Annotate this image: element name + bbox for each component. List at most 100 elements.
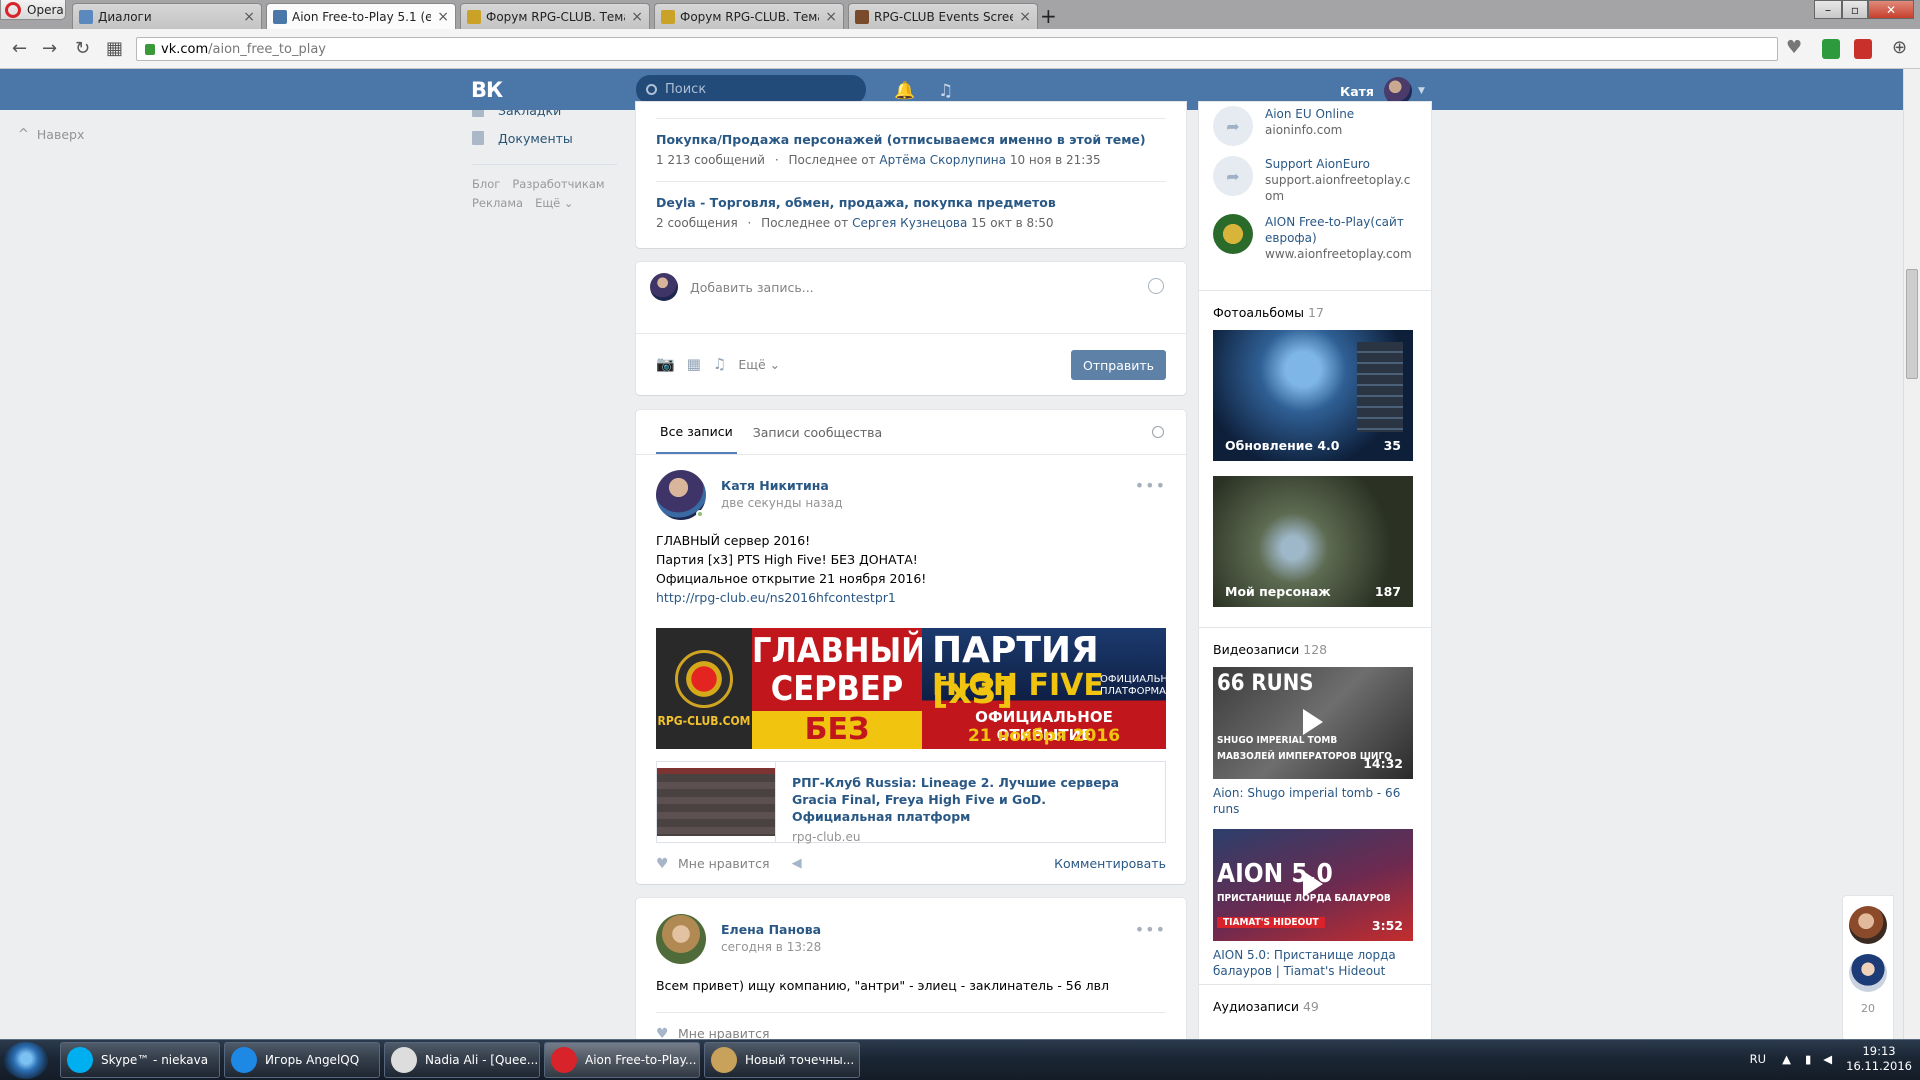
start-button[interactable] [4, 1042, 48, 1079]
video-icon[interactable]: ▦ [687, 355, 701, 373]
topic-item[interactable]: Покупка/Продажа персонажей (отписываемся… [636, 132, 1186, 167]
link-item[interactable]: ➦ Aion EU Online aioninfo.com [1199, 106, 1431, 146]
tab-forum-2[interactable]: Форум RPG-CLUB. Тема: × [654, 3, 844, 29]
scrollbar-thumb[interactable] [1906, 269, 1918, 379]
post-author-avatar[interactable] [656, 470, 706, 520]
bookmark-heart-icon[interactable]: ♥ [1786, 37, 1802, 58]
emoji-icon[interactable] [1148, 278, 1164, 294]
audio-header[interactable]: Аудиозаписи 49 [1199, 985, 1431, 1024]
tab-all-posts[interactable]: Все записи [656, 410, 737, 454]
post-link[interactable]: http://rpg-club.eu/ns2016hfcontestpr1 [656, 590, 896, 605]
clock[interactable]: 19:13 16.11.2016 [1846, 1044, 1912, 1074]
tab-forum-1[interactable]: Форум RPG-CLUB. Тема: × [460, 3, 650, 29]
topic-title[interactable]: Покупка/Продажа персонажей (отписываемся… [656, 132, 1166, 147]
post-options-icon[interactable]: ••• [1135, 476, 1166, 495]
camera-icon[interactable]: 📷 [656, 355, 675, 373]
album-item[interactable]: Обновление 4.0 35 [1213, 330, 1413, 461]
taskbar-item-opera[interactable]: Aion Free-to-Play... [544, 1042, 700, 1078]
audio-icon[interactable]: ♫ [713, 355, 726, 373]
video-title[interactable]: AION 5.0: Пристанище лорда балауров | Ti… [1213, 947, 1417, 979]
wall-search-icon[interactable] [1152, 426, 1164, 438]
reload-icon[interactable]: ↻ [75, 38, 90, 59]
maximize-button[interactable]: ▫ [1842, 0, 1868, 19]
topic-item[interactable]: Deyla - Торговля, обмен, продажа, покупк… [636, 195, 1186, 230]
user-menu[interactable]: Катя ▼ [1340, 77, 1425, 105]
back-to-top-link[interactable]: ^ Наверх [18, 127, 84, 142]
footer-link-developers[interactable]: Разработчикам [512, 177, 604, 191]
chat-contact-avatar[interactable] [1849, 954, 1887, 992]
tray-expand-icon[interactable]: ▲ [1782, 1052, 1791, 1066]
post-author-name[interactable]: Елена Панова [721, 922, 821, 937]
link-name[interactable]: AION Free-to-Play(сайт еврофа) [1265, 214, 1417, 246]
comment-button[interactable]: Комментировать [1054, 856, 1166, 871]
language-indicator[interactable]: RU [1750, 1052, 1766, 1066]
composer-input[interactable]: Добавить запись... [690, 280, 814, 295]
footer-link-more[interactable]: Ещё ⌄ [535, 196, 573, 210]
link-snippet[interactable]: РПГ-Клуб Russia: Lineage 2. Лучшие серве… [656, 761, 1166, 844]
link-item[interactable]: ➦ Support AionEuro support.aionfreetoplay… [1199, 156, 1431, 204]
album-item[interactable]: Мой персонаж 187 [1213, 476, 1413, 607]
back-arrow-icon[interactable]: ← [12, 38, 27, 59]
search-input[interactable]: Поиск [636, 75, 866, 104]
music-icon[interactable]: ♫ [938, 81, 953, 101]
tab-close-icon[interactable]: × [437, 9, 449, 25]
post-banner-image[interactable]: RPG-CLUB.COM ГЛАВНЫЙ СЕРВЕР БЕЗ ДОНАТА П… [656, 628, 1166, 749]
taskbar-item-skype[interactable]: Skype™ - niekava [60, 1042, 220, 1078]
tab-close-icon[interactable]: × [631, 9, 643, 25]
vk-logo[interactable]: ВК [471, 78, 505, 102]
like-heart-icon[interactable]: ♥ [656, 1027, 670, 1041]
link-name[interactable]: Aion EU Online [1265, 106, 1354, 122]
topic-last-author[interactable]: Сергея Кузнецова [852, 216, 967, 230]
tab-aion-group[interactable]: Aion Free-to-Play 5.1 (euro × [266, 3, 456, 30]
footer-link-blog[interactable]: Блог [472, 177, 500, 191]
footer-link-ads[interactable]: Реклама [472, 196, 523, 210]
send-button[interactable]: Отправить [1071, 350, 1166, 380]
volume-icon[interactable]: ◀ [1823, 1052, 1832, 1066]
speed-dial-grid-icon[interactable]: ▦ [106, 38, 123, 59]
composer-more-button[interactable]: Ещё ⌄ [738, 357, 780, 372]
topic-title[interactable]: Deyla - Торговля, обмен, продажа, покупк… [656, 195, 1166, 210]
taskbar-item-player[interactable]: Nadia Ali - [Quee... [384, 1042, 540, 1078]
topic-last-author[interactable]: Артёма Скорлупина [879, 153, 1006, 167]
minimize-button[interactable]: – [1814, 0, 1842, 19]
post-options-icon[interactable]: ••• [1135, 920, 1166, 939]
taskbar-item-qq[interactable]: Игорь AngelQQ [224, 1042, 380, 1078]
post-date[interactable]: сегодня в 13:28 [721, 940, 821, 954]
chat-contact-avatar[interactable] [1849, 906, 1887, 944]
chat-online-count[interactable]: 20 [1843, 1002, 1893, 1015]
tab-close-icon[interactable]: × [1019, 9, 1031, 25]
photo-albums-header[interactable]: Фотоальбомы 17 [1199, 291, 1431, 330]
video-thumbnail[interactable]: AION 5.0 ПРИСТАНИЩЕ ЛОРДА БАЛАУРОВ TIAMA… [1213, 829, 1413, 941]
video-thumbnail[interactable]: 66 RUNS SHUGO IMPERIAL TOMB МАВЗОЛЕЙ ИМП… [1213, 667, 1413, 779]
tab-screenshots[interactable]: RPG-CLUB Events Screensh × [848, 3, 1038, 29]
tab-community-posts[interactable]: Записи сообщества [749, 410, 886, 454]
video-title[interactable]: Aion: Shugo imperial tomb - 66 runs [1213, 785, 1417, 817]
close-window-button[interactable]: ✕ [1868, 0, 1914, 19]
tab-dialogs[interactable]: Диалоги × [72, 3, 262, 29]
composer-row[interactable]: Добавить запись... [650, 273, 814, 301]
like-button[interactable]: Мне нравится [678, 856, 770, 871]
videos-header[interactable]: Видеозаписи 128 [1199, 628, 1431, 667]
address-bar[interactable]: vk.com/aion_free_to_play [136, 37, 1778, 61]
post-author-avatar[interactable] [656, 914, 706, 964]
extension-shield-red-icon[interactable] [1854, 39, 1872, 59]
like-heart-icon[interactable]: ♥ [656, 857, 670, 871]
link-name[interactable]: Support AionEuro [1265, 156, 1417, 172]
download-icon[interactable]: ⊕ [1892, 37, 1907, 58]
post-author-name[interactable]: Катя Никитина [721, 478, 843, 493]
new-tab-button[interactable]: + [1040, 4, 1057, 28]
share-megaphone-icon[interactable]: ◀ [792, 856, 802, 871]
page-scrollbar[interactable] [1903, 69, 1920, 1039]
tab-close-icon[interactable]: × [243, 9, 255, 25]
post-date[interactable]: две секунды назад [721, 496, 843, 510]
tab-close-icon[interactable]: × [825, 9, 837, 25]
opera-menu-button[interactable]: Opera [0, 0, 66, 20]
taskbar-item-paint[interactable]: Новый точечны... [704, 1042, 860, 1078]
snippet-title[interactable]: РПГ-Клуб Russia: Lineage 2. Лучшие серве… [792, 774, 1149, 825]
forward-arrow-icon[interactable]: → [42, 38, 57, 59]
extension-shield-green-icon[interactable] [1822, 39, 1840, 59]
notifications-bell-icon[interactable]: 🔔 [894, 81, 915, 101]
menu-item-documents[interactable]: Документы [472, 124, 617, 152]
link-item[interactable]: AION Free-to-Play(сайт еврофа) www.aionfr… [1199, 214, 1431, 262]
network-icon[interactable]: ▮ [1805, 1052, 1811, 1066]
